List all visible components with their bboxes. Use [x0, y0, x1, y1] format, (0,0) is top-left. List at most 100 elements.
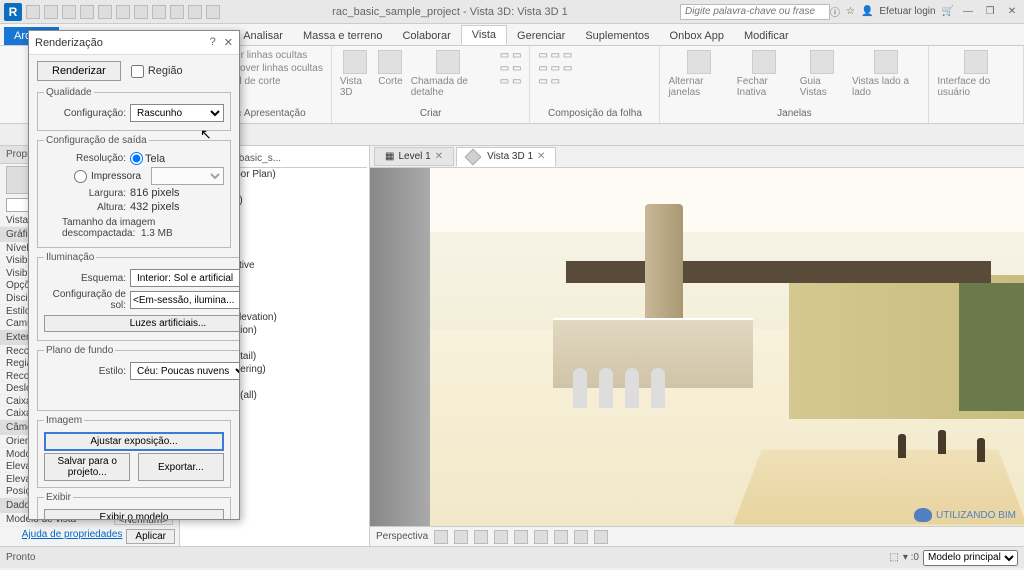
star-icon[interactable]: ☆ [846, 6, 855, 17]
tab-views-button[interactable]: Guia Vistas [800, 50, 844, 98]
view3d-button[interactable]: Vista 3D [340, 50, 370, 98]
properties-help-link[interactable]: Ajuda de propriedades [22, 529, 123, 544]
group-label-create: Criar [340, 108, 522, 119]
background-group: Plano de fundo Estilo: Céu: Poucas nuven… [37, 345, 239, 411]
dialog-close-button[interactable]: ✕ [224, 36, 233, 49]
vc-icon[interactable] [594, 530, 608, 544]
vc-icon[interactable] [474, 530, 488, 544]
quick-access-toolbar[interactable] [26, 5, 220, 19]
status-mid[interactable]: ⬚ [889, 552, 898, 563]
lighting-group: Iluminação Esquema: Interior: Sol e arti… [37, 252, 239, 341]
ribbon-group-create: Vista 3D Corte Chamada de detalhe ▭ ▭ ▭ … [332, 46, 531, 123]
sheet-small-2[interactable]: ▭ ▭ ▭ [538, 63, 572, 74]
close-tab-icon[interactable]: ✕ [435, 151, 443, 162]
apply-button[interactable]: Aplicar [126, 529, 175, 544]
view-control-bar: Perspectiva [370, 526, 1024, 546]
tab-manage[interactable]: Gerenciar [507, 27, 575, 45]
vc-icon[interactable] [514, 530, 528, 544]
close-tab-icon[interactable]: ✕ [537, 151, 545, 162]
tile-views-button[interactable]: Vistas lado a lado [852, 50, 920, 98]
keyword-search-input[interactable] [680, 4, 830, 20]
tab-modify[interactable]: Modificar [734, 27, 799, 45]
quality-select[interactable]: Rascunho [130, 104, 224, 122]
user-interface-button[interactable]: Interface do usuário [937, 50, 1015, 98]
status-bar: Pronto ⬚ ▾ :0 Modelo principal [0, 546, 1024, 568]
vc-icon[interactable] [534, 530, 548, 544]
close-inactive-button[interactable]: Fechar Inativa [737, 50, 792, 98]
dpi-select [151, 167, 224, 185]
titlebar: R rac_basic_sample_project - Vista 3D: V… [0, 0, 1024, 24]
maximize-button[interactable]: ❐ [982, 5, 998, 19]
section-button[interactable]: Corte [378, 50, 402, 87]
export-button[interactable]: Exportar... [138, 453, 224, 481]
width-value: 816 pixels [130, 187, 180, 199]
view-canvas[interactable]: UTILIZANDO BIM [370, 168, 1024, 526]
region-checkbox[interactable]: Região [131, 65, 183, 78]
quality-config-label: Configuração: [44, 108, 126, 119]
resolution-label: Resolução: [44, 153, 126, 164]
cart-icon[interactable]: 🛒 [942, 6, 954, 17]
login-link[interactable]: Efetuar login [879, 6, 935, 17]
dialog-help-button[interactable]: ? [210, 36, 216, 49]
sheet-small-3[interactable]: ▭ ▭ [538, 76, 572, 87]
image-group: Imagem Ajustar exposição... Salvar para … [37, 415, 231, 488]
resolution-printer-radio[interactable] [74, 170, 87, 183]
minimize-button[interactable]: — [960, 5, 976, 19]
tab-analyze[interactable]: Analisar [233, 27, 293, 45]
info-icon[interactable]: ⓘ [830, 4, 840, 19]
artificial-lights-button[interactable]: Luzes artificiais... [44, 315, 239, 332]
background-style-select[interactable]: Céu: Poucas nuvens [130, 362, 239, 380]
lighting-scheme-select[interactable]: Interior: Sol e artificial [130, 269, 239, 287]
switch-windows-button[interactable]: Alternar janelas [668, 50, 728, 98]
worksharing-select[interactable]: Modelo principal [923, 550, 1018, 566]
tab-massing[interactable]: Massa e terreno [293, 27, 392, 45]
rendering-dialog: Renderização ? ✕ Renderizar Região Quali… [28, 30, 240, 520]
vc-icon[interactable] [574, 530, 588, 544]
view-tabs: ▦ Level 1 ✕ Vista 3D 1 ✕ [370, 146, 1024, 168]
save-to-project-button[interactable]: Salvar para o projeto... [44, 453, 130, 481]
region-checkbox-input[interactable] [131, 65, 144, 78]
tab-view[interactable]: Vista [461, 25, 507, 45]
vc-icon[interactable] [434, 530, 448, 544]
adjust-exposure-button[interactable]: Ajustar exposição... [44, 432, 224, 451]
group-label-sheet: Composição da folha [538, 108, 651, 119]
tab-addins[interactable]: Suplementos [575, 27, 659, 45]
view-area: ▦ Level 1 ✕ Vista 3D 1 ✕ [370, 146, 1024, 546]
sun-settings-input[interactable] [130, 291, 239, 309]
callout-button[interactable]: Chamada de detalhe [411, 50, 486, 98]
vc-icon[interactable] [554, 530, 568, 544]
rendered-scene [370, 168, 1024, 526]
vc-icon[interactable] [494, 530, 508, 544]
render-button[interactable]: Renderizar [37, 61, 121, 81]
cube-icon [465, 148, 482, 165]
ribbon-group-sheet: ▭ ▭ ▭ ▭ ▭ ▭ ▭ ▭ Composição da folha [530, 46, 660, 123]
output-group: Configuração de saída Resolução: Tela Im… [37, 135, 231, 248]
quality-group: Qualidade Configuração: Rascunho [37, 87, 231, 131]
ribbon-group-windows: Alternar janelas Fechar Inativa Guia Vis… [660, 46, 929, 123]
close-window-button[interactable]: ✕ [1004, 5, 1020, 19]
ribbon-group-ui: Interface do usuário [929, 46, 1024, 123]
height-value: 432 pixels [130, 201, 180, 213]
show-model-button[interactable]: Exibir o modelo [44, 509, 224, 519]
display-group: Exibir Exibir o modelo [37, 492, 231, 519]
view-tab-level1[interactable]: ▦ Level 1 ✕ [374, 147, 454, 166]
create-small-1[interactable]: ▭ ▭ [500, 50, 522, 61]
app-logo[interactable]: R [4, 3, 22, 21]
scale-label[interactable]: Perspectiva [376, 531, 428, 542]
status-text: Pronto [6, 552, 35, 563]
dialog-titlebar[interactable]: Renderização ? ✕ [29, 31, 239, 55]
create-small-2[interactable]: ▭ ▭ [500, 63, 522, 74]
user-icon[interactable]: 👤 [861, 6, 873, 17]
tab-collaborate[interactable]: Colaborar [392, 27, 460, 45]
group-label-windows: Janelas [668, 108, 920, 119]
status-sel[interactable]: ▾ :0 [903, 552, 919, 563]
resolution-screen-radio[interactable] [130, 152, 143, 165]
tab-onbox[interactable]: Onbox App [660, 27, 734, 45]
vc-icon[interactable] [454, 530, 468, 544]
view-tab-vista3d[interactable]: Vista 3D 1 ✕ [456, 147, 556, 167]
window-title: rac_basic_sample_project - Vista 3D: Vis… [220, 6, 680, 18]
brain-icon [914, 508, 932, 522]
sheet-small-1[interactable]: ▭ ▭ ▭ [538, 50, 572, 61]
create-small-3[interactable]: ▭ ▭ [500, 76, 522, 87]
dialog-title: Renderização [35, 37, 103, 49]
